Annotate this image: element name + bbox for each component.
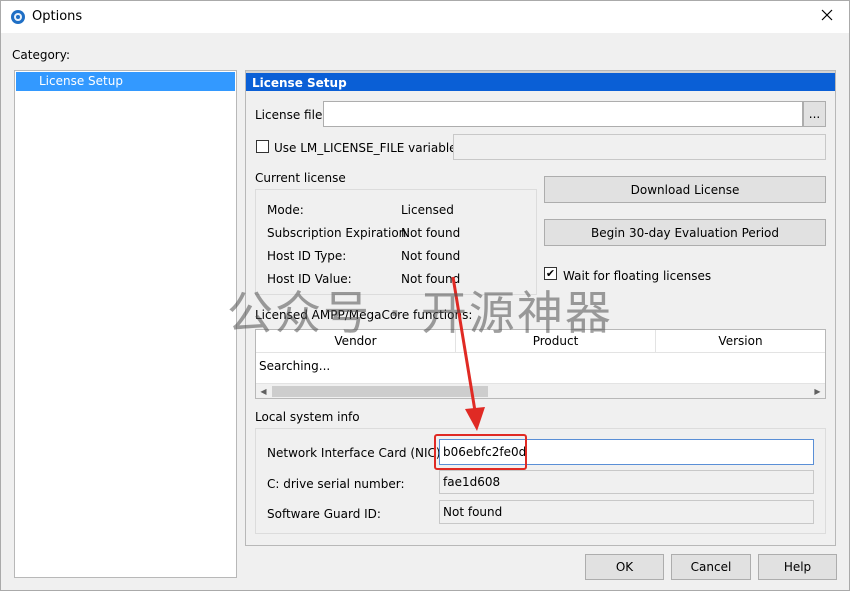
cancel-button[interactable]: Cancel [671, 554, 751, 580]
table-status-text: Searching... [259, 359, 331, 373]
subscription-expiration-key: Subscription Expiration: [267, 226, 411, 240]
category-list[interactable]: License Setup [14, 70, 237, 578]
license-file-input[interactable] [323, 101, 803, 127]
browse-button[interactable]: ... [803, 101, 826, 127]
scroll-right-icon[interactable]: ▶ [810, 384, 825, 399]
options-dialog: Options Category: License Setup License … [0, 0, 850, 591]
lm-variable-field [453, 134, 826, 160]
use-lm-variable-label: Use LM_LICENSE_FILE variable: [274, 141, 461, 155]
license-file-label: License file: [255, 108, 327, 122]
watermark-text: 公众号 · 开源神器 [227, 286, 613, 340]
local-system-heading: Local system info [255, 410, 360, 424]
host-id-type-key: Host ID Type: [267, 249, 347, 263]
software-guard-value: Not found [443, 505, 503, 519]
ok-button[interactable]: OK [585, 554, 664, 580]
drive-serial-label: C: drive serial number: [267, 477, 405, 491]
mode-key: Mode: [267, 203, 304, 217]
category-item-license-setup[interactable]: License Setup [16, 72, 235, 91]
mode-value: Licensed [401, 203, 454, 217]
nic-id-label: Network Interface Card (NIC) ID: [267, 446, 462, 460]
drive-serial-field: fae1d608 [439, 470, 814, 494]
subscription-expiration-value: Not found [401, 226, 461, 240]
host-id-type-value: Not found [401, 249, 461, 263]
download-license-button[interactable]: Download License [544, 176, 826, 203]
current-license-heading: Current license [255, 171, 346, 185]
close-icon [821, 9, 833, 24]
scroll-left-icon[interactable]: ◀ [256, 384, 271, 399]
column-header-version[interactable]: Version [656, 330, 825, 353]
software-guard-field: Not found [439, 500, 814, 524]
app-globe-icon [10, 9, 26, 25]
drive-serial-value: fae1d608 [443, 475, 501, 489]
horizontal-scrollbar[interactable]: ◀ ▶ [256, 383, 825, 398]
category-label: Category: [12, 48, 70, 62]
begin-evaluation-button[interactable]: Begin 30-day Evaluation Period [544, 219, 826, 246]
panel-header: License Setup [246, 71, 835, 91]
use-lm-variable-checkbox[interactable] [256, 140, 269, 153]
window-title: Options [32, 9, 83, 24]
software-guard-label: Software Guard ID: [267, 507, 381, 521]
close-button[interactable] [805, 1, 849, 32]
help-button[interactable]: Help [758, 554, 837, 580]
title-bar: Options [1, 1, 849, 33]
